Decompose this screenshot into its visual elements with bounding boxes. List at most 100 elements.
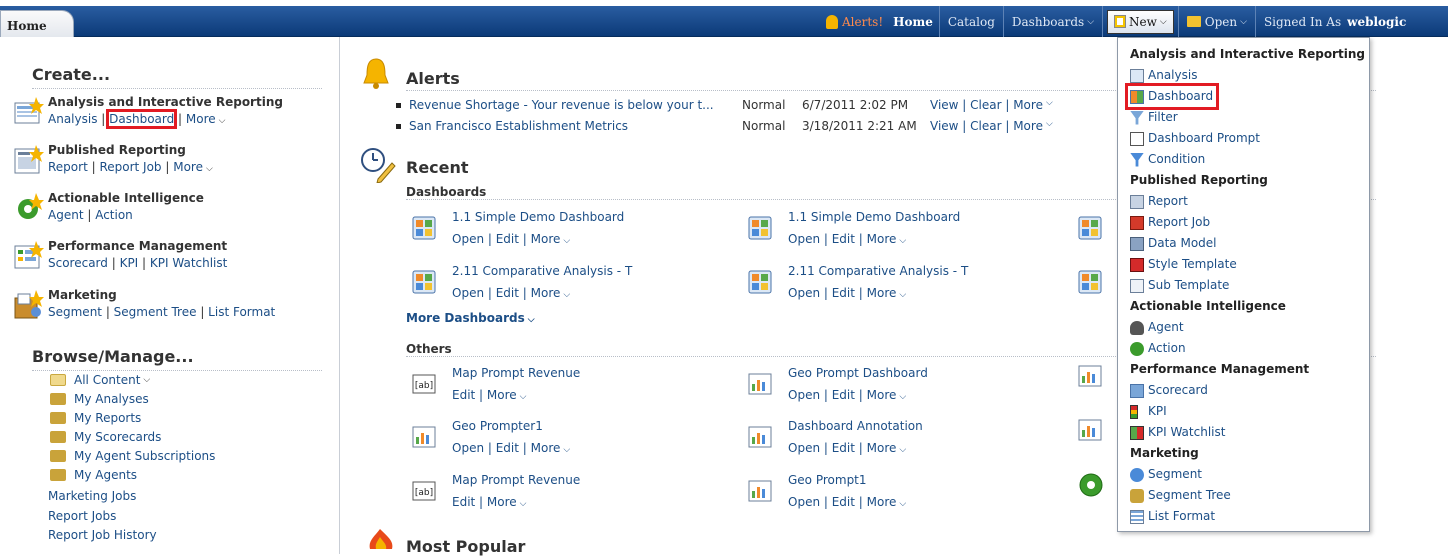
browse-my-analyses[interactable]: My Analyses: [50, 390, 149, 408]
item-name[interactable]: Dashboard Annotation: [788, 419, 923, 433]
browse-my-scorecards[interactable]: My Scorecards: [50, 428, 161, 446]
item-actions[interactable]: Edit | More ⌵: [452, 388, 527, 402]
create-report-job-link[interactable]: Report Job: [99, 160, 161, 174]
browse-report-job-history[interactable]: Report Job History: [48, 526, 157, 544]
menu-item-style-template[interactable]: Style Template: [1130, 254, 1369, 275]
open-label: Open: [1204, 14, 1238, 29]
menu-item-list-format[interactable]: List Format: [1130, 506, 1369, 527]
item-actions[interactable]: Open | Edit | More ⌵: [452, 441, 570, 455]
actions-label: Open | Edit | More: [788, 232, 897, 246]
menu-item-sub-template[interactable]: Sub Template: [1130, 275, 1369, 296]
menu-item-segment-tree[interactable]: Segment Tree: [1130, 485, 1369, 506]
item-name[interactable]: Geo Prompt1: [788, 473, 867, 487]
browse-my-agent-subscriptions[interactable]: My Agent Subscriptions: [50, 447, 215, 465]
create-scorecard-link[interactable]: Scorecard: [48, 256, 108, 270]
browse-all-content[interactable]: All Content ⌵: [50, 371, 150, 389]
menu-item-kpi[interactable]: KPI: [1130, 401, 1369, 422]
menu-item-dashboard-prompt[interactable]: Dashboard Prompt: [1130, 128, 1369, 149]
browse-report-jobs[interactable]: Report Jobs: [48, 507, 116, 525]
create-list-format-link[interactable]: List Format: [208, 305, 275, 319]
menu-item-data-model[interactable]: Data Model: [1130, 233, 1369, 254]
create-analysis-link[interactable]: Analysis: [48, 112, 97, 126]
item-name[interactable]: 2.11 Comparative Analysis - T: [788, 264, 968, 278]
alert-link[interactable]: Revenue Shortage - Your revenue is below…: [409, 98, 742, 114]
menu-item-filter[interactable]: Filter: [1130, 107, 1369, 128]
create-segment-link[interactable]: Segment: [48, 305, 102, 319]
dashboard-icon: [1078, 270, 1102, 294]
recent-other-item[interactable]: [ab] Map Prompt Revenue Edit | More ⌵: [412, 473, 732, 513]
prompt-icon: [ab]: [412, 481, 436, 501]
menu-item-condition[interactable]: Condition: [1130, 149, 1369, 170]
menu-item-dashboard[interactable]: Dashboard: [1124, 83, 1369, 110]
alert-actions[interactable]: View | Clear | More: [930, 119, 1043, 135]
bell-icon[interactable]: [826, 14, 838, 29]
browse-marketing-jobs[interactable]: Marketing Jobs: [48, 487, 136, 505]
chevron-down-icon: ⌵: [899, 290, 907, 300]
more-dashboards-link[interactable]: More Dashboards ⌵: [406, 311, 535, 325]
item-name[interactable]: Map Prompt Revenue: [452, 473, 580, 487]
item-actions[interactable]: Open | Edit | More ⌵: [788, 232, 906, 246]
recent-dashboard-item[interactable]: 1.1 Simple Demo Dashboard Open | Edit | …: [748, 210, 1068, 250]
dashboards-menu[interactable]: Dashboards ⌵: [1004, 6, 1104, 37]
menu-item-analysis[interactable]: Analysis: [1130, 65, 1369, 86]
item-name[interactable]: Geo Prompt Dashboard: [788, 366, 928, 380]
alerts-link[interactable]: Alerts!: [842, 15, 883, 29]
create-kpi-watchlist-link[interactable]: KPI Watchlist: [150, 256, 227, 270]
menu-item-kpi-watchlist[interactable]: KPI Watchlist: [1130, 422, 1369, 443]
menu-item-action[interactable]: Action: [1130, 338, 1369, 359]
home-link[interactable]: Home: [893, 15, 933, 29]
recent-dashboard-item[interactable]: 2.11 Comparative Analysis - T Open | Edi…: [412, 264, 732, 304]
create-dashboard-link[interactable]: Dashboard: [106, 109, 178, 129]
item-name[interactable]: Map Prompt Revenue: [452, 366, 580, 380]
item-actions[interactable]: Open | Edit | More ⌵: [788, 388, 906, 402]
recent-other-item[interactable]: Geo Prompt Dashboard Open | Edit | More ⌵: [748, 366, 1068, 406]
chevron-down-icon: ⌵: [1087, 16, 1095, 27]
item-name[interactable]: 1.1 Simple Demo Dashboard: [452, 210, 624, 224]
report-job-icon: [1130, 215, 1144, 230]
alert-link[interactable]: San Francisco Establishment Metrics: [409, 119, 742, 135]
user-menu[interactable]: weblogic: [1347, 15, 1406, 29]
menu-item-agent[interactable]: Agent: [1130, 317, 1369, 338]
menu-item-report-job[interactable]: Report Job: [1130, 212, 1369, 233]
item-name[interactable]: Geo Prompter1: [452, 419, 543, 433]
more-link[interactable]: More: [173, 160, 203, 174]
menu-item-label: Report: [1148, 194, 1188, 208]
recent-other-item[interactable]: Geo Prompter1 Open | Edit | More ⌵: [412, 419, 732, 459]
chevron-down-icon: ⌵: [563, 445, 571, 455]
traffic-light-icon: [1130, 404, 1138, 419]
dashboard-icon: [748, 270, 772, 294]
create-report-link[interactable]: Report: [48, 160, 88, 174]
create-segment-tree-link[interactable]: Segment Tree: [114, 305, 197, 319]
item-actions[interactable]: Open | Edit | More ⌵: [788, 495, 906, 509]
more-link[interactable]: More: [186, 112, 216, 126]
create-agent-link[interactable]: Agent: [48, 208, 84, 222]
item-actions[interactable]: Open | Edit | More ⌵: [452, 232, 570, 246]
tab-home[interactable]: Home: [0, 10, 74, 37]
recent-dashboard-item[interactable]: 1.1 Simple Demo Dashboard Open | Edit | …: [412, 210, 732, 250]
item-actions[interactable]: Open | Edit | More ⌵: [452, 286, 570, 300]
dashboards-subheading: Dashboards: [406, 185, 487, 199]
recent-other-item[interactable]: Geo Prompt1 Open | Edit | More ⌵: [748, 473, 1068, 513]
alert-actions[interactable]: View | Clear | More: [930, 98, 1043, 114]
item-actions[interactable]: Open | Edit | More ⌵: [788, 441, 906, 455]
item-actions[interactable]: Edit | More ⌵: [452, 495, 527, 509]
menu-item-label: Dashboard Prompt: [1148, 131, 1260, 145]
recent-other-item[interactable]: Dashboard Annotation Open | Edit | More ⌵: [748, 419, 1068, 459]
open-menu[interactable]: Open ⌵: [1177, 6, 1256, 37]
catalog-link[interactable]: Catalog: [940, 6, 1004, 37]
alert-date: 3/18/2011 2:21 AM: [802, 119, 917, 133]
menu-item-scorecard[interactable]: Scorecard: [1130, 380, 1369, 401]
menu-item-segment[interactable]: Segment: [1130, 464, 1369, 485]
browse-my-reports[interactable]: My Reports: [50, 409, 141, 427]
create-action-link[interactable]: Action: [95, 208, 133, 222]
item-name[interactable]: 1.1 Simple Demo Dashboard: [788, 210, 960, 224]
menu-item-report[interactable]: Report: [1130, 191, 1369, 212]
item-name[interactable]: 2.11 Comparative Analysis - T: [452, 264, 632, 278]
browse-my-agents[interactable]: My Agents: [50, 466, 137, 484]
dashboard-icon: [748, 216, 772, 240]
item-actions[interactable]: Open | Edit | More ⌵: [788, 286, 906, 300]
new-menu-button[interactable]: New ⌵: [1107, 9, 1174, 34]
recent-other-item[interactable]: [ab] Map Prompt Revenue Edit | More ⌵: [412, 366, 732, 406]
create-kpi-link[interactable]: KPI: [120, 256, 139, 270]
recent-dashboard-item[interactable]: 2.11 Comparative Analysis - T Open | Edi…: [748, 264, 1068, 304]
